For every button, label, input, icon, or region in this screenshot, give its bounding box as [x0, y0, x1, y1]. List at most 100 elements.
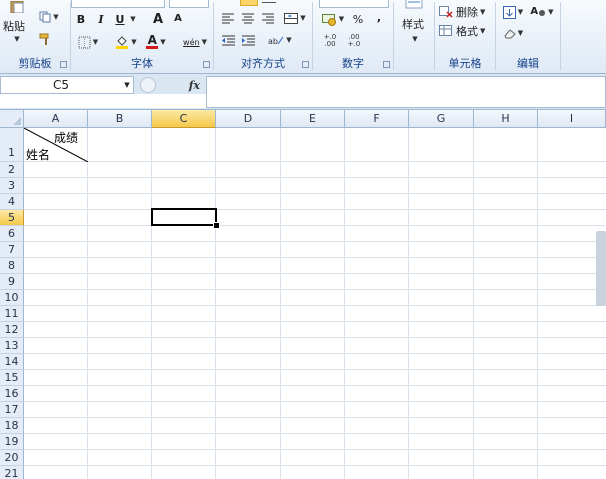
- percent-button[interactable]: %: [351, 10, 365, 28]
- styles-icon[interactable]: [402, 0, 426, 10]
- row-header-2[interactable]: 2: [0, 162, 24, 178]
- increase-indent-button[interactable]: [240, 31, 256, 49]
- row-header-18[interactable]: 18: [0, 418, 24, 434]
- decrease-decimal-label: .00 +.0: [347, 33, 361, 48]
- alignment-launcher[interactable]: [302, 61, 309, 68]
- vertical-scrollbar-thumb[interactable]: [596, 231, 606, 306]
- row-header-19[interactable]: 19: [0, 434, 24, 450]
- name-box[interactable]: C5 ▼: [0, 76, 134, 94]
- orientation-button[interactable]: ab ▼: [266, 31, 294, 49]
- grid-row-line: [24, 225, 606, 226]
- cells-group-label: 单元格: [448, 57, 482, 70]
- format-cells-icon: [439, 25, 452, 36]
- middle-align-button[interactable]: [262, 0, 276, 3]
- increase-decimal-button[interactable]: +.0 .00: [319, 32, 341, 50]
- font-launcher[interactable]: [203, 61, 210, 68]
- row-header-20[interactable]: 20: [0, 450, 24, 466]
- align-left-button[interactable]: [220, 9, 236, 27]
- row-header-12[interactable]: 12: [0, 322, 24, 338]
- row-header-13[interactable]: 13: [0, 338, 24, 354]
- clipboard-group: 粘贴 ▼ ▼ 剪贴板: [0, 0, 70, 74]
- grow-font-button[interactable]: A: [151, 10, 165, 28]
- number-launcher[interactable]: [383, 61, 390, 68]
- autosum-button[interactable]: ▼: [502, 3, 524, 21]
- border-button[interactable]: ▼: [75, 33, 101, 51]
- grid-row-line: [24, 209, 606, 210]
- column-header-d[interactable]: D: [216, 110, 281, 128]
- row-header-9[interactable]: 9: [0, 274, 24, 290]
- row-header-11[interactable]: 11: [0, 306, 24, 322]
- font-color-button[interactable]: A ▼: [143, 33, 169, 51]
- font-size-combo[interactable]: [169, 0, 209, 8]
- column-header-c[interactable]: C: [152, 110, 216, 128]
- a1-bottom-left-text: 姓名: [26, 148, 51, 162]
- row-header-10[interactable]: 10: [0, 290, 24, 306]
- underline-button[interactable]: U: [113, 10, 127, 28]
- font-color-swatch: [146, 46, 159, 49]
- fill-handle[interactable]: [213, 222, 220, 229]
- grid-column-line: [537, 128, 538, 479]
- row-header-14[interactable]: 14: [0, 354, 24, 370]
- accounting-format-button[interactable]: ▼: [319, 10, 347, 28]
- top-align-button[interactable]: [240, 0, 258, 6]
- row-header-6[interactable]: 6: [0, 226, 24, 242]
- column-header-b[interactable]: B: [88, 110, 152, 128]
- column-header-h[interactable]: H: [474, 110, 538, 128]
- column-header-f[interactable]: F: [345, 110, 409, 128]
- clipboard-launcher[interactable]: [60, 61, 67, 68]
- grid-column-line: [344, 128, 345, 479]
- bold-button[interactable]: B: [73, 10, 89, 28]
- phonetic-button[interactable]: wén ▼: [179, 33, 211, 51]
- binoculars-icon: [539, 10, 546, 16]
- underline-dropdown[interactable]: ▼: [127, 10, 137, 28]
- column-header-a[interactable]: A: [24, 110, 88, 128]
- format-button[interactable]: 格式 ▼: [439, 22, 495, 40]
- decrease-indent-icon: [221, 35, 235, 45]
- formula-input[interactable]: [206, 76, 606, 108]
- column-header-i[interactable]: I: [538, 110, 606, 128]
- row-header-7[interactable]: 7: [0, 242, 24, 258]
- number-format-combo[interactable]: [319, 0, 389, 8]
- copy-button[interactable]: ▼: [36, 8, 62, 26]
- row-header-17[interactable]: 17: [0, 402, 24, 418]
- grid-row-line: [24, 337, 606, 338]
- find-select-button[interactable]: A ▼: [530, 3, 554, 21]
- row-header-3[interactable]: 3: [0, 178, 24, 194]
- paste-dropdown[interactable]: ▼: [2, 30, 30, 48]
- paste-icon[interactable]: [2, 0, 32, 14]
- number-group: ▼ % , +.0 .00 .00 +.0 数字: [313, 0, 393, 74]
- merge-center-button[interactable]: ▼: [282, 9, 308, 27]
- selected-cell[interactable]: [151, 208, 217, 226]
- row-header-21[interactable]: 21: [0, 466, 24, 479]
- worksheet-grid: ABCDEFGHI 1 2 3 4 5 6 7 8 9 10 11 12 13 14 15 16 17 18 19 2…: [0, 110, 606, 479]
- comma-button[interactable]: ,: [373, 8, 385, 26]
- format-painter-icon: [39, 33, 48, 45]
- select-all-corner[interactable]: [0, 110, 24, 128]
- align-right-button[interactable]: [260, 9, 276, 27]
- phonetic-label: wén: [183, 37, 200, 47]
- row-header-4[interactable]: 4: [0, 194, 24, 210]
- row-header-5[interactable]: 5: [0, 210, 24, 226]
- row-header-8[interactable]: 8: [0, 258, 24, 274]
- delete-button[interactable]: 删除 ▼: [439, 3, 495, 21]
- align-center-button[interactable]: [240, 9, 256, 27]
- clear-button[interactable]: ▼: [502, 24, 524, 42]
- row-header-1[interactable]: 1: [0, 128, 24, 162]
- decrease-indent-button[interactable]: [220, 31, 236, 49]
- format-painter-button[interactable]: [36, 30, 54, 48]
- ribbon: 粘贴 ▼ ▼ 剪贴板 B I U ▼ A A ▼ ▼ A ▼ wén ▼ 字体 …: [0, 0, 606, 74]
- insert-function-button[interactable]: fx: [189, 79, 200, 92]
- fill-color-button[interactable]: ▼: [113, 33, 139, 51]
- grid-column-line: [408, 128, 409, 479]
- grid-row-line: [24, 321, 606, 322]
- italic-button[interactable]: I: [93, 10, 109, 28]
- row-header-16[interactable]: 16: [0, 386, 24, 402]
- row-header-15[interactable]: 15: [0, 370, 24, 386]
- font-name-combo[interactable]: [71, 0, 165, 8]
- styles-dropdown[interactable]: ▼: [406, 30, 422, 48]
- column-header-g[interactable]: G: [409, 110, 474, 128]
- decrease-decimal-button[interactable]: .00 +.0: [343, 32, 365, 50]
- name-box-dropdown[interactable]: ▼: [121, 81, 133, 89]
- shrink-font-button[interactable]: A: [171, 10, 185, 28]
- column-header-e[interactable]: E: [281, 110, 345, 128]
